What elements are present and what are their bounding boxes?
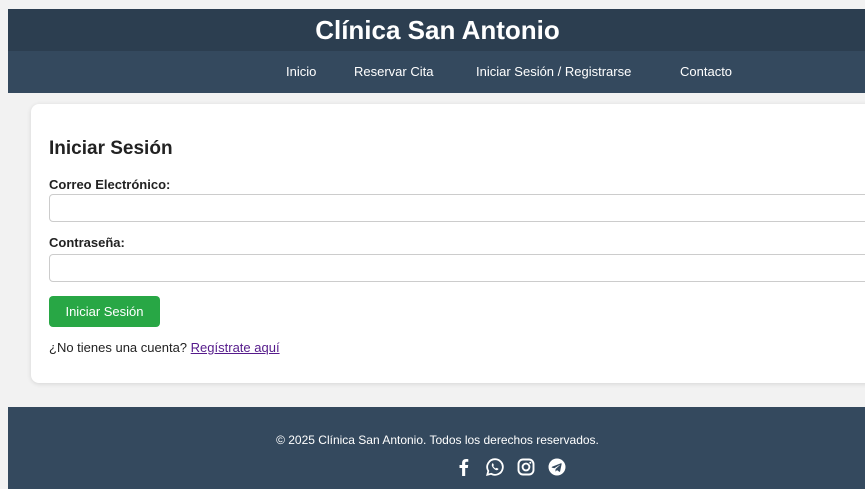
nav-link-contacto[interactable]: Contacto: [680, 64, 732, 79]
nav-link-login-register[interactable]: Iniciar Sesión / Registrarse: [476, 64, 631, 79]
site-title: Clínica San Antonio: [315, 14, 560, 45]
whatsapp-icon[interactable]: [485, 457, 505, 477]
login-button[interactable]: Iniciar Sesión: [49, 296, 160, 327]
copyright-text: © 2025 Clínica San Antonio. Todos los de…: [276, 433, 599, 447]
register-prompt: ¿No tienes una cuenta? Regístrate aquí: [49, 340, 280, 355]
nav-link-inicio[interactable]: Inicio: [286, 64, 316, 79]
login-card: Iniciar Sesión Correo Electrónico: Contr…: [31, 104, 865, 383]
password-field[interactable]: [49, 254, 865, 282]
social-links: [454, 457, 567, 477]
register-link[interactable]: Regístrate aquí: [191, 340, 280, 355]
title-bar: Clínica San Antonio: [8, 9, 865, 51]
main-nav: Inicio Reservar Cita Iniciar Sesión / Re…: [8, 51, 865, 93]
email-label: Correo Electrónico:: [49, 177, 171, 192]
nav-link-reservar-cita[interactable]: Reservar Cita: [354, 64, 433, 79]
site-header: Clínica San Antonio Inicio Reservar Cita…: [8, 9, 865, 93]
instagram-icon[interactable]: [516, 457, 536, 477]
facebook-icon[interactable]: [454, 457, 474, 477]
register-prompt-text: ¿No tienes una cuenta?: [49, 340, 188, 355]
telegram-icon[interactable]: [547, 457, 567, 477]
password-label: Contraseña:: [49, 235, 125, 250]
email-field[interactable]: [49, 194, 865, 222]
site-footer: © 2025 Clínica San Antonio. Todos los de…: [8, 407, 865, 489]
login-heading: Iniciar Sesión: [49, 138, 173, 159]
